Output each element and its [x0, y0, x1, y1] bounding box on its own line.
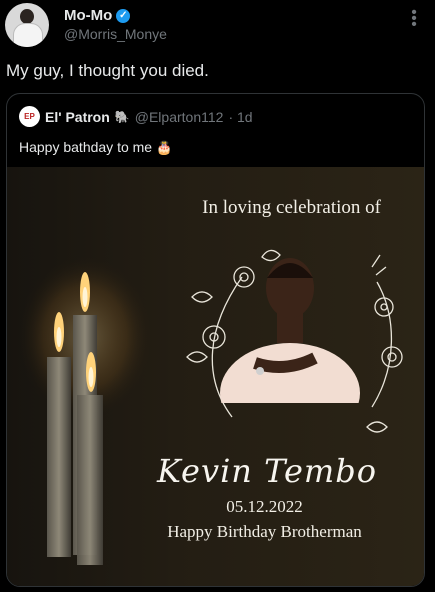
author-avatar[interactable]	[5, 3, 49, 47]
quoted-tweet-text: Happy bathday to me 🎂	[19, 139, 172, 156]
avatar-body	[13, 23, 43, 47]
cake-emoji-icon: 🎂	[155, 140, 173, 155]
poster-date: 05.12.2022	[226, 497, 303, 516]
poster-name: Kevin Tembo	[157, 452, 377, 490]
author-name-row: Mo-Mo ✓	[64, 7, 131, 24]
verified-badge-icon: ✓	[116, 8, 131, 23]
poster-message: Happy Birthday Brotherman	[167, 522, 362, 541]
poster-title: In loving celebration of	[202, 197, 381, 218]
elephant-emoji-icon: 🐘	[114, 109, 130, 124]
author-handle[interactable]: @Morris_Monye	[64, 26, 167, 42]
quoted-tweet-text-content: Happy bathday to me	[19, 139, 153, 155]
more-options-icon[interactable]: • • •	[411, 5, 417, 33]
quoted-tweet-time[interactable]: · 1d	[228, 109, 252, 125]
author-name[interactable]: Mo-Mo	[64, 7, 112, 24]
quoted-tweet-header: EP El' Patron 🐘 @Elparton112 · 1d	[19, 106, 253, 127]
avatar-head	[20, 9, 34, 24]
quoted-author-name[interactable]: El' Patron	[45, 109, 110, 125]
birthday-poster-image[interactable]: In loving celebration of Kevin Tembo 05.…	[7, 167, 424, 586]
tweet-header: Mo-Mo ✓ @Morris_Monye • • •	[0, 0, 435, 52]
quoted-author-handle[interactable]: @Elparton112	[135, 109, 224, 125]
portrait-photo	[220, 258, 360, 403]
tweet-text: My guy, I thought you died.	[6, 61, 209, 80]
quoted-author-avatar[interactable]: EP	[19, 106, 40, 127]
quoted-tweet[interactable]: EP El' Patron 🐘 @Elparton112 · 1d Happy …	[6, 93, 425, 587]
